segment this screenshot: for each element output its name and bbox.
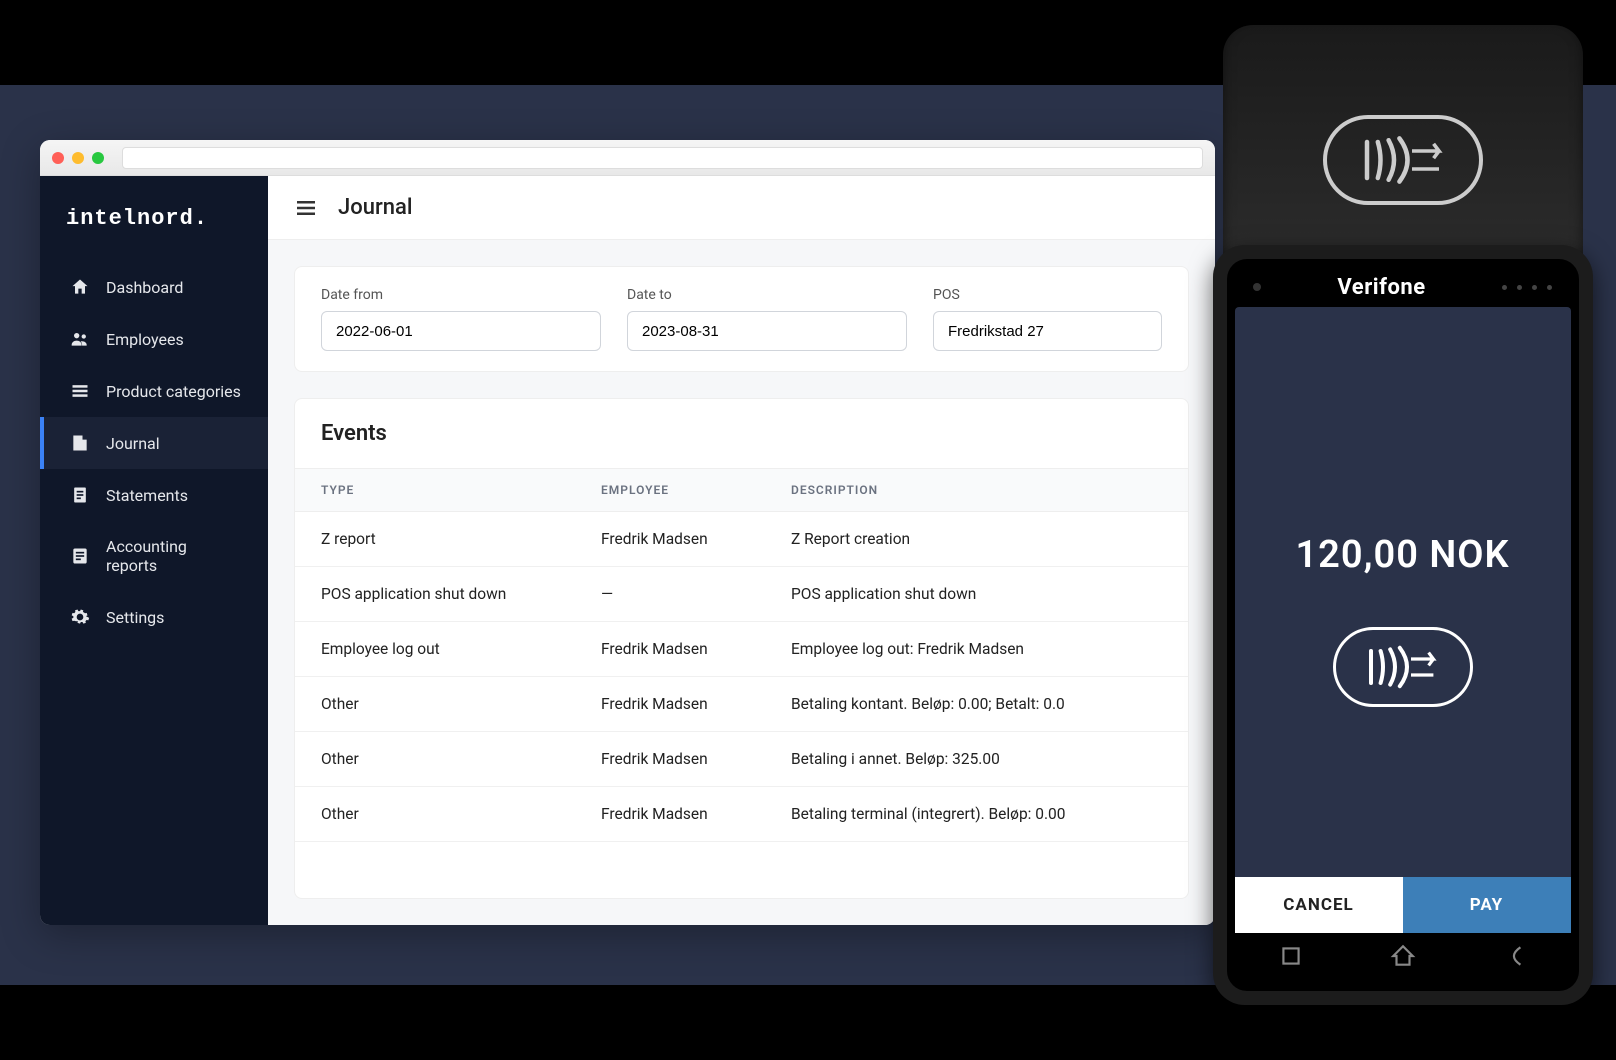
date-to-input[interactable] <box>627 311 907 351</box>
cell-type: Z report <box>321 530 601 548</box>
col-header-employee: EMPLOYEE <box>601 483 791 497</box>
camera-dot-icon <box>1253 283 1261 291</box>
pay-button[interactable]: PAY <box>1403 877 1571 933</box>
sidebar-item-accounting-reports[interactable]: Accounting reports <box>40 521 268 591</box>
menu-icon[interactable] <box>294 196 318 220</box>
cell-type: Other <box>321 805 601 823</box>
device-brand: Verifone <box>1337 275 1425 300</box>
pos-screen: 120,00 NOK CANCEL PAY <box>1235 307 1571 933</box>
cell-description: Betaling terminal (integrert). Beløp: 0.… <box>791 805 1162 823</box>
cell-employee: Fredrik Madsen <box>601 640 791 658</box>
date-from-input[interactable] <box>321 311 601 351</box>
statements-icon <box>70 485 90 505</box>
sidebar-item-label: Employees <box>106 330 184 349</box>
table-row[interactable]: OtherFredrik MadsenBetaling i annet. Bel… <box>295 732 1188 787</box>
browser-urlbar[interactable] <box>122 147 1203 169</box>
date-to-label: Date to <box>627 287 907 303</box>
payment-amount: 120,00 NOK <box>1295 533 1509 577</box>
sidebar-item-label: Dashboard <box>106 278 183 297</box>
table-row[interactable]: OtherFredrik MadsenBetaling terminal (in… <box>295 787 1188 842</box>
cell-employee: Fredrik Madsen <box>601 695 791 713</box>
people-icon <box>70 329 90 349</box>
sidebar-item-statements[interactable]: Statements <box>40 469 268 521</box>
sidebar-item-label: Product categories <box>106 382 241 401</box>
sidebar-item-employees[interactable]: Employees <box>40 313 268 365</box>
page-title: Journal <box>338 195 412 220</box>
date-from-label: Date from <box>321 287 601 303</box>
pos-terminal-device: Verifone 120,00 NOK CANCEL PAY <box>1195 25 1610 1045</box>
window-close-dot[interactable] <box>52 152 64 164</box>
pos-select[interactable] <box>933 311 1162 351</box>
table-row[interactable]: POS application shut down—POS applicatio… <box>295 567 1188 622</box>
categories-icon <box>70 381 90 401</box>
browser-window: intelnord. Dashboard Employees Product c… <box>40 140 1215 925</box>
cell-description: Employee log out: Fredrik Madsen <box>791 640 1162 658</box>
device-statusbar: Verifone <box>1235 267 1571 307</box>
browser-titlebar <box>40 140 1215 176</box>
cell-type: Other <box>321 750 601 768</box>
events-table-header: TYPE EMPLOYEE DESCRIPTION <box>295 468 1188 512</box>
table-row[interactable]: OtherFredrik MadsenBetaling kontant. Bel… <box>295 677 1188 732</box>
sidebar-item-dashboard[interactable]: Dashboard <box>40 261 268 313</box>
journal-icon <box>70 433 90 453</box>
table-row[interactable]: Employee log outFredrik MadsenEmployee l… <box>295 622 1188 677</box>
cell-employee: — <box>601 585 791 603</box>
cell-description: POS application shut down <box>791 585 1162 603</box>
sidebar-item-label: Journal <box>106 434 160 453</box>
filters-panel: Date from Date to POS <box>294 266 1189 372</box>
events-card: Events TYPE EMPLOYEE DESCRIPTION Z repor… <box>294 398 1189 899</box>
back-icon[interactable] <box>1502 943 1528 973</box>
led-indicators <box>1502 285 1552 290</box>
cell-description: Z Report creation <box>791 530 1162 548</box>
sidebar-item-label: Settings <box>106 608 164 627</box>
cell-description: Betaling kontant. Beløp: 0.00; Betalt: 0… <box>791 695 1162 713</box>
android-nav-keys <box>1235 933 1571 983</box>
cell-employee: Fredrik Madsen <box>601 530 791 548</box>
home-icon <box>70 277 90 297</box>
cell-type: Other <box>321 695 601 713</box>
recent-apps-icon[interactable] <box>1278 943 1304 973</box>
gear-icon <box>70 607 90 627</box>
sidebar-item-label: Accounting reports <box>106 537 242 575</box>
col-header-type: TYPE <box>321 483 601 497</box>
terminal-handset: Verifone 120,00 NOK CANCEL PAY <box>1213 245 1593 1005</box>
sidebar-item-label: Statements <box>106 486 188 505</box>
cancel-button[interactable]: CANCEL <box>1235 877 1403 933</box>
cell-employee: Fredrik Madsen <box>601 750 791 768</box>
home-icon[interactable] <box>1390 943 1416 973</box>
window-minimize-dot[interactable] <box>72 152 84 164</box>
nfc-icon <box>1323 115 1483 205</box>
cell-type: Employee log out <box>321 640 601 658</box>
sidebar-item-journal[interactable]: Journal <box>40 417 268 469</box>
cell-description: Betaling i annet. Beløp: 325.00 <box>791 750 1162 768</box>
col-header-description: DESCRIPTION <box>791 483 1162 497</box>
sidebar-item-product-categories[interactable]: Product categories <box>40 365 268 417</box>
table-row[interactable]: Z reportFredrik MadsenZ Report creation <box>295 512 1188 567</box>
main-content: Journal Date from Date to POS Events <box>268 176 1215 925</box>
cell-employee: Fredrik Madsen <box>601 805 791 823</box>
sidebar: intelnord. Dashboard Employees Product c… <box>40 176 268 925</box>
nfc-icon <box>1333 627 1473 707</box>
topbar: Journal <box>268 176 1215 240</box>
pos-label: POS <box>933 287 1162 303</box>
cell-type: POS application shut down <box>321 585 601 603</box>
sidebar-item-settings[interactable]: Settings <box>40 591 268 643</box>
window-maximize-dot[interactable] <box>92 152 104 164</box>
reports-icon <box>70 546 90 566</box>
events-title: Events <box>295 399 1188 468</box>
app-logo: intelnord. <box>40 206 268 261</box>
terminal-printer <box>1223 25 1583 265</box>
